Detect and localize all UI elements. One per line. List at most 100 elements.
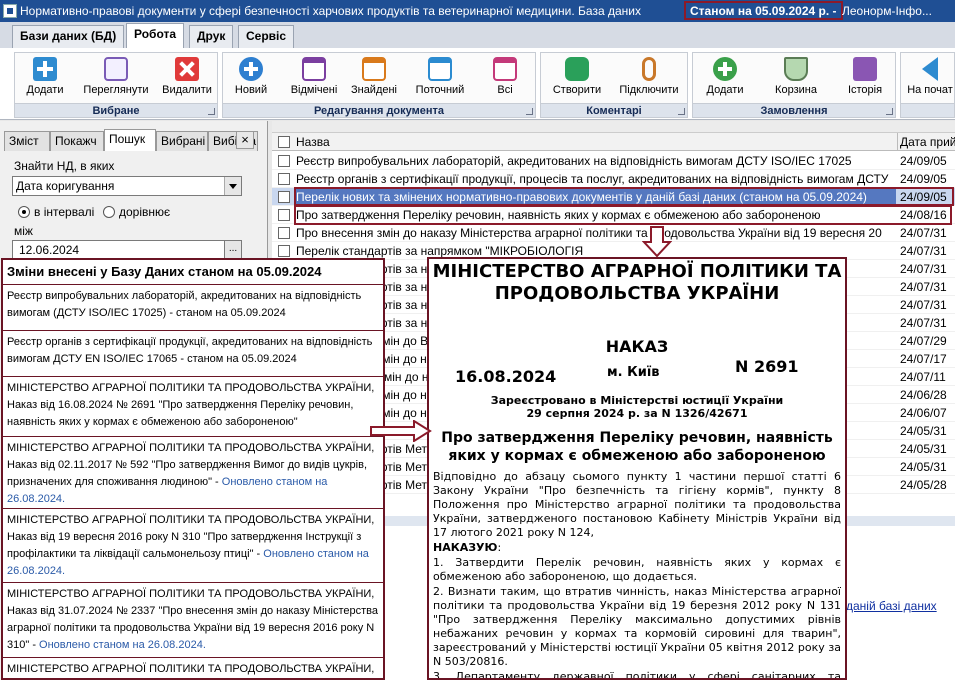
status-stamp: Станом на 05.09.2024 р. - bbox=[684, 1, 843, 20]
changes-title: Зміни внесені у Базу Даних станом на 05.… bbox=[3, 260, 383, 285]
row-date: 24/05/28 bbox=[900, 478, 947, 492]
row-checkbox[interactable] bbox=[278, 191, 290, 203]
row-date: 24/05/31 bbox=[900, 424, 947, 438]
go-start-button[interactable]: На почат bbox=[903, 57, 955, 96]
group-comments: Створити Підключити Коментарі bbox=[540, 52, 688, 118]
row-checkbox[interactable] bbox=[278, 227, 290, 239]
row-date: 24/07/31 bbox=[900, 298, 947, 312]
row-checkbox[interactable] bbox=[278, 209, 290, 221]
group-label: Вибране bbox=[15, 103, 217, 117]
group-launcher-icon[interactable] bbox=[886, 108, 893, 115]
group-label: Замовлення bbox=[693, 103, 895, 117]
date-from-input[interactable]: 12.06.2024 bbox=[12, 240, 230, 260]
current-button[interactable]: Поточний bbox=[409, 57, 471, 96]
favorites-delete-button[interactable]: Видалити bbox=[161, 57, 213, 96]
row-title: Про внесення змін до наказу Міністерства… bbox=[296, 226, 882, 240]
tab-print[interactable]: Друк bbox=[189, 25, 234, 48]
group-launcher-icon[interactable] bbox=[526, 108, 533, 115]
history-button[interactable]: Історія bbox=[839, 57, 891, 96]
arrow-right-icon bbox=[370, 420, 432, 442]
current-icon bbox=[428, 57, 452, 81]
date-picker-button[interactable]: ... bbox=[224, 240, 242, 260]
comment-attach-button[interactable]: Підключити bbox=[615, 57, 683, 96]
row-date: 24/07/31 bbox=[900, 262, 947, 276]
found-icon bbox=[362, 57, 386, 81]
find-label: Знайти НД, в яких bbox=[14, 159, 115, 173]
doc-paragraph: 2. Визнати таким, що втратив чинність, н… bbox=[433, 585, 841, 668]
menu-tabs: Бази даних (БД) Робота Друк Сервіс bbox=[0, 22, 955, 48]
column-date[interactable]: Дата прий bbox=[900, 133, 955, 151]
found-button[interactable]: Знайдені bbox=[345, 57, 403, 96]
doc-type: НАКАЗ bbox=[605, 337, 669, 356]
close-icon[interactable]: × bbox=[236, 131, 254, 149]
tab-contents[interactable]: Зміст bbox=[4, 131, 50, 151]
row-date: 24/07/29 bbox=[900, 334, 947, 348]
database-link[interactable]: даній базі даних bbox=[846, 599, 937, 613]
tab-index[interactable]: Покажч bbox=[50, 131, 104, 151]
tab-work[interactable]: Робота bbox=[126, 23, 185, 48]
new-icon bbox=[239, 57, 263, 81]
select-all-checkbox[interactable] bbox=[278, 136, 290, 148]
favorites-add-button[interactable]: Додати bbox=[25, 57, 65, 96]
row-date: 24/07/31 bbox=[900, 226, 947, 240]
basket-icon bbox=[784, 57, 808, 81]
list-toolbar bbox=[272, 121, 955, 133]
change-entry[interactable]: МІНІСТЕРСТВО АГРАРНОЇ ПОЛІТИКИ ТА ПРОДОВ… bbox=[3, 509, 383, 583]
title-bar: Нормативно-правові документи у сфері без… bbox=[0, 0, 955, 22]
row-checkbox[interactable] bbox=[278, 155, 290, 167]
group-navigation: На почат bbox=[900, 52, 955, 118]
group-orders: Додати Корзина Історія Замовлення bbox=[692, 52, 896, 118]
all-icon bbox=[493, 57, 517, 81]
change-entry[interactable]: МІНІСТЕРСТВО АГРАРНОЇ ПОЛІТИКИ ТА ПРОДОВ… bbox=[3, 377, 383, 437]
column-divider[interactable] bbox=[897, 133, 898, 151]
group-launcher-icon[interactable] bbox=[678, 108, 685, 115]
table-row[interactable]: Реєстр органів з сертифікації продукції,… bbox=[272, 170, 955, 188]
tab-search[interactable]: Пошук bbox=[104, 129, 156, 151]
row-checkbox[interactable] bbox=[278, 173, 290, 185]
order-add-button[interactable]: Додати bbox=[703, 57, 747, 96]
basket-button[interactable]: Корзина bbox=[767, 57, 825, 96]
doc-paragraph: 3. Департаменту державної політики у сфе… bbox=[433, 670, 841, 680]
all-button[interactable]: Всі bbox=[485, 57, 525, 96]
updated-note: Оновлено станом на 26.08.2024. bbox=[39, 639, 206, 651]
row-date: 24/07/17 bbox=[900, 352, 947, 366]
tab-databases[interactable]: Бази даних (БД) bbox=[12, 25, 125, 48]
paperclip-icon bbox=[642, 57, 656, 81]
tab-favorites[interactable]: Вибрані bbox=[156, 131, 208, 151]
row-date: 24/07/31 bbox=[900, 280, 947, 294]
table-row[interactable]: Реєстр випробувальних лабораторій, акред… bbox=[272, 152, 955, 170]
row-date: 24/07/31 bbox=[900, 316, 947, 330]
ministry-name: МІНІСТЕРСТВО АГРАРНОЇ ПОЛІТИКИ ТА ПРОДОВ… bbox=[432, 261, 842, 304]
group-launcher-icon[interactable] bbox=[208, 108, 215, 115]
change-entry[interactable]: Реєстр органів з сертифікації продукції,… bbox=[3, 331, 383, 377]
radio-interval[interactable]: в інтервалі bbox=[18, 205, 94, 219]
new-doc-button[interactable]: Новий bbox=[231, 57, 271, 96]
tab-service[interactable]: Сервіс bbox=[238, 25, 295, 48]
change-entry[interactable]: Реєстр випробувальних лабораторій, акред… bbox=[3, 285, 383, 331]
marked-button[interactable]: Відмічені bbox=[283, 57, 345, 96]
add-order-icon bbox=[713, 57, 737, 81]
change-entry[interactable]: МІНІСТЕРСТВО АГРАРНОЇ ПОЛІТИКИ ТА ПРОДОВ… bbox=[3, 437, 383, 509]
comment-create-button[interactable]: Створити bbox=[547, 57, 607, 96]
favorites-view-button[interactable]: Переглянути bbox=[81, 57, 151, 96]
arrow-down-icon bbox=[642, 226, 672, 258]
radio-equal[interactable]: дорівнює bbox=[103, 205, 170, 219]
window-title: Нормативно-правові документи у сфері без… bbox=[20, 4, 641, 18]
row-date: 24/06/07 bbox=[900, 406, 947, 420]
doc-order-word: НАКАЗУЮ: bbox=[433, 541, 502, 554]
between-label: між bbox=[14, 224, 33, 238]
radio-dot bbox=[103, 206, 115, 218]
table-row[interactable]: Про внесення змін до наказу Міністерства… bbox=[272, 224, 955, 242]
row-title: Реєстр органів з сертифікації продукції,… bbox=[296, 172, 889, 186]
row-checkbox[interactable] bbox=[278, 245, 290, 257]
change-entry[interactable]: МІНІСТЕРСТВО АГРАРНОЇ ПОЛІТИКИ ТА ПРОДОВ… bbox=[3, 583, 383, 658]
changes-panel: Зміни внесені у Базу Даних станом на 05.… bbox=[1, 258, 385, 680]
highlight-row-3 bbox=[294, 187, 954, 206]
change-entry[interactable]: МІНІСТЕРСТВО АГРАРНОЇ ПОЛІТИКИ ТА ПРОДОВ… bbox=[3, 658, 383, 678]
doc-paragraph: Відповідно до абзацу сьомого пункту 1 ча… bbox=[433, 470, 841, 539]
group-label bbox=[901, 103, 954, 117]
column-name[interactable]: Назва bbox=[296, 133, 330, 151]
find-criteria-select[interactable]: Дата коригування bbox=[12, 176, 242, 196]
plus-icon bbox=[33, 57, 57, 81]
radio-dot bbox=[18, 206, 30, 218]
